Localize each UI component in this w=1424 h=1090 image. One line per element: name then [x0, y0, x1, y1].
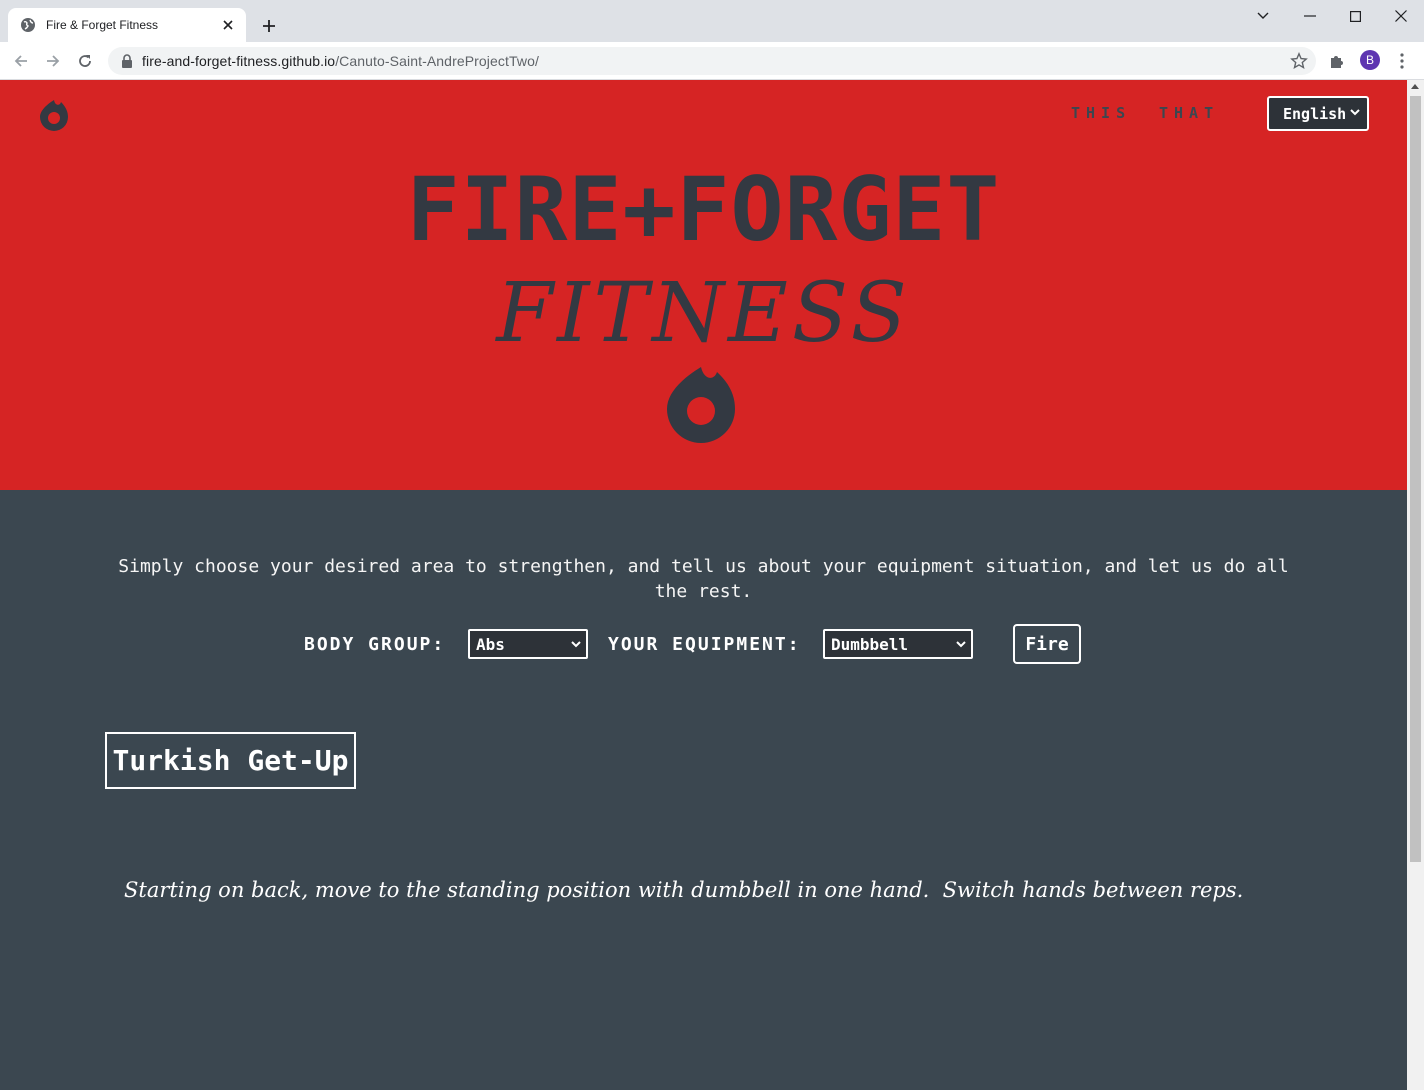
address-bar[interactable]: fire-and-forget-fitness.github.io/Canuto…: [108, 47, 1316, 75]
page-viewport: THIS THAT English FIRE+FORGET FITNESS Si…: [0, 80, 1407, 1090]
plus-icon[interactable]: [258, 15, 280, 37]
hero-section: THIS THAT English FIRE+FORGET FITNESS: [0, 80, 1407, 490]
close-icon[interactable]: [220, 17, 236, 33]
browser-tabstrip: Fire & Forget Fitness: [0, 0, 1424, 42]
intro-text: Simply choose your desired area to stren…: [118, 556, 1289, 602]
nav-link-that[interactable]: THAT: [1159, 104, 1219, 122]
maximize-icon[interactable]: [1332, 0, 1378, 32]
hero-subtitle: FITNESS: [496, 266, 911, 361]
forward-icon[interactable]: [41, 49, 65, 73]
scroll-up-icon[interactable]: [1411, 84, 1419, 89]
star-icon[interactable]: [1290, 52, 1308, 70]
body-group-label: BODY GROUP:: [304, 634, 446, 655]
chevron-down-icon[interactable]: [1240, 0, 1286, 32]
hero-title: FIRE+FORGET: [406, 158, 1001, 261]
nav-link-this[interactable]: THIS: [1071, 104, 1131, 122]
chevron-down-icon: [956, 641, 966, 648]
tab-title: Fire & Forget Fitness: [46, 18, 159, 32]
equipment-select[interactable]: Dumbbell: [823, 629, 973, 659]
equipment-label: YOUR EQUIPMENT:: [608, 634, 801, 655]
puzzle-icon[interactable]: [1327, 51, 1347, 71]
exercise-description: Starting on back, move to the standing p…: [124, 878, 1244, 902]
browser-tab[interactable]: Fire & Forget Fitness: [8, 8, 246, 42]
chevron-down-icon: [571, 641, 581, 648]
profile-avatar[interactable]: B: [1360, 50, 1380, 70]
language-select[interactable]: English: [1267, 96, 1369, 131]
language-select-value: English: [1283, 104, 1347, 123]
flame-logo-icon[interactable]: [38, 98, 70, 132]
globe-icon: [21, 18, 35, 32]
page-scrollbar[interactable]: [1407, 80, 1424, 1090]
flame-logo-icon: [667, 367, 735, 443]
back-icon[interactable]: [9, 49, 33, 73]
url-path: /Canuto-Saint-AndreProjectTwo/: [335, 53, 539, 69]
window-close-icon[interactable]: [1378, 0, 1424, 32]
lock-icon: [122, 54, 132, 68]
reload-icon[interactable]: [73, 49, 97, 73]
browser-toolbar: fire-and-forget-fitness.github.io/Canuto…: [0, 42, 1424, 80]
exercise-title: Turkish Get-Up: [105, 732, 356, 789]
minimize-icon[interactable]: [1287, 0, 1333, 32]
url-host: fire-and-forget-fitness.github.io: [142, 53, 336, 69]
scrollbar-thumb[interactable]: [1410, 96, 1421, 862]
equipment-select-value: Dumbbell: [831, 634, 909, 654]
chevron-down-icon: [1350, 109, 1360, 116]
fire-button[interactable]: Fire: [1013, 624, 1081, 664]
body-group-select-value: Abs: [476, 634, 505, 654]
body-group-select[interactable]: Abs: [468, 629, 588, 659]
kebab-icon[interactable]: [1392, 51, 1412, 71]
url-text: fire-and-forget-fitness.github.io/Canuto…: [142, 53, 539, 69]
